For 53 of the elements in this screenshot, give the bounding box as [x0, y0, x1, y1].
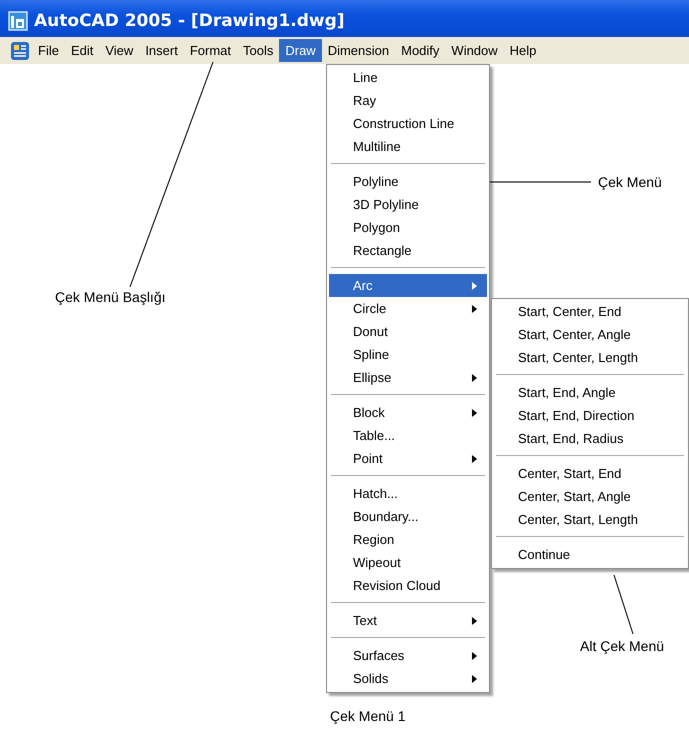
menu-bar-item[interactable]: File [32, 39, 65, 62]
menu-item[interactable]: Arc [329, 274, 487, 297]
menu-item[interactable]: Block [329, 401, 487, 424]
menu-item[interactable]: Ellipse [329, 366, 487, 389]
menu-item[interactable]: Circle [329, 297, 487, 320]
menu-bar-item[interactable]: Window [445, 39, 504, 62]
leader-line [614, 574, 634, 634]
menu-item[interactable]: Start, Center, Length [494, 346, 686, 369]
menu-item[interactable]: Center, Start, End [494, 462, 686, 485]
annotation-label: Çek Menü Başlığı [55, 289, 166, 305]
annotation-label: Çek Menü 1 [330, 708, 406, 724]
menu-item[interactable]: Donut [329, 320, 487, 343]
menu-item[interactable]: Surfaces [329, 644, 487, 667]
menu-item[interactable]: Point [329, 447, 487, 470]
app-icon [8, 10, 28, 30]
annotation-label: Alt Çek Menü [580, 638, 664, 654]
menu-bar-item[interactable]: View [99, 39, 140, 62]
app-menu-icon[interactable] [10, 40, 30, 60]
menu-item[interactable]: Polygon [329, 216, 487, 239]
menu-item[interactable]: Solids [329, 667, 487, 690]
menu-bar-item[interactable]: Edit [64, 39, 100, 62]
menu-item[interactable]: Revision Cloud [329, 574, 487, 597]
menu-bar-item[interactable]: Help [504, 39, 542, 62]
menu-bar-item[interactable]: Draw [279, 39, 322, 62]
menu-item[interactable]: Center, Start, Angle [494, 485, 686, 508]
menu-item[interactable]: Center, Start, Length [494, 508, 686, 531]
menu-item[interactable]: Region [329, 528, 487, 551]
menu-item[interactable]: Ray [329, 89, 487, 112]
menu-item[interactable]: Spline [329, 343, 487, 366]
menu-item[interactable]: Polyline [329, 170, 487, 193]
menu-item[interactable]: Start, Center, End [494, 300, 686, 323]
menu-item[interactable]: Start, End, Radius [494, 427, 686, 450]
menu-bar-item[interactable]: Insert [139, 39, 184, 62]
menu-item[interactable]: Wipeout [329, 551, 487, 574]
menu-bar-item[interactable]: Format [184, 39, 237, 62]
menu-item[interactable]: Rectangle [329, 239, 487, 262]
menu-item[interactable]: Start, End, Direction [494, 404, 686, 427]
menu-item[interactable]: Table... [329, 424, 487, 447]
menu-item[interactable]: Line [329, 66, 487, 89]
menu-item[interactable]: Multiline [329, 135, 487, 158]
window-title: AutoCAD 2005 - [Drawing1.dwg] [34, 10, 345, 30]
menu-item[interactable]: Start, End, Angle [494, 381, 686, 404]
menu-bar-item[interactable]: Modify [395, 39, 446, 62]
menu-item[interactable]: Continue [494, 543, 686, 566]
annotation-label: Çek Menü [598, 174, 662, 190]
menu-item[interactable]: Start, Center, Angle [494, 323, 686, 346]
menu-item[interactable]: Text [329, 609, 487, 632]
menu-bar-item[interactable]: Tools [237, 39, 280, 62]
menu-bar-item[interactable]: Dimension [322, 39, 396, 62]
menu-item[interactable]: Hatch... [329, 482, 487, 505]
menu-item[interactable]: 3D Polyline [329, 193, 487, 216]
menu-item[interactable]: Boundary... [329, 505, 487, 528]
menu-item[interactable]: Construction Line [329, 112, 487, 135]
